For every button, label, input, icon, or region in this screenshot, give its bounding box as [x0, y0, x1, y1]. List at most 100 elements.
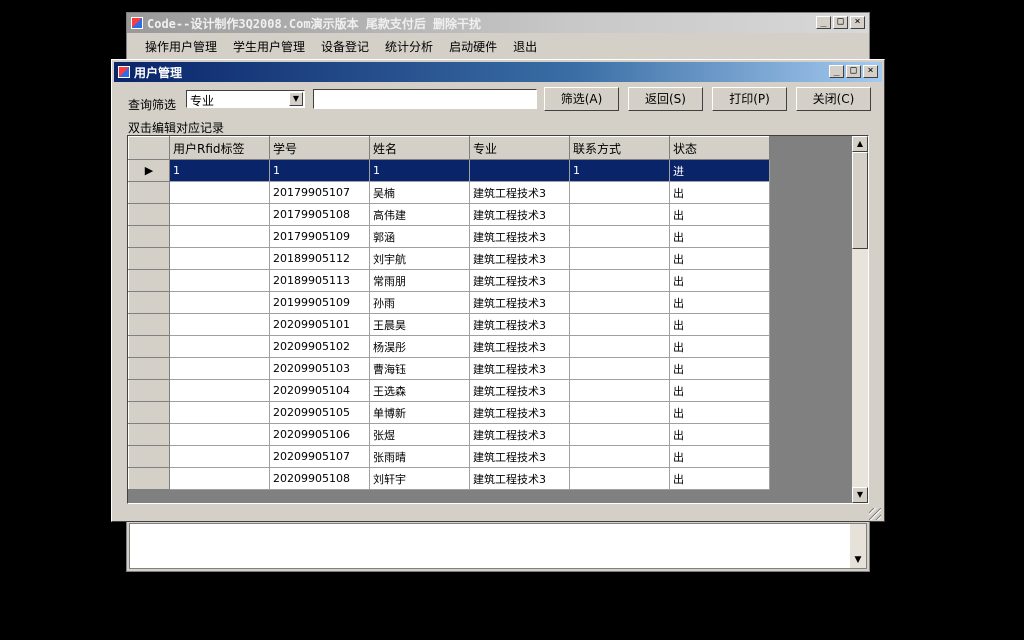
table-cell[interactable] — [569, 225, 670, 248]
table-cell[interactable]: 20199905109 — [269, 291, 370, 314]
grid-scrollbar[interactable]: ▲ ▼ — [852, 136, 868, 503]
table-cell[interactable]: 单博新 — [369, 401, 470, 424]
row-header[interactable] — [128, 291, 170, 314]
table-cell[interactable] — [569, 423, 670, 446]
row-header[interactable]: ▶ — [128, 159, 170, 182]
table-cell[interactable]: 出 — [669, 247, 770, 270]
filter-select[interactable]: 专业 ▼ — [186, 90, 305, 108]
table-cell[interactable] — [169, 423, 270, 446]
column-header[interactable]: 学号 — [269, 136, 370, 160]
table-cell[interactable]: 出 — [669, 313, 770, 336]
table-cell[interactable]: 王晨昊 — [369, 313, 470, 336]
table-cell[interactable]: 常雨朋 — [369, 269, 470, 292]
back-button[interactable]: 返回(S) — [628, 87, 703, 111]
table-row[interactable]: 20209905106 张煜 建筑工程技术3 出 — [128, 423, 770, 446]
table-cell[interactable] — [169, 313, 270, 336]
table-cell[interactable] — [169, 247, 270, 270]
table-cell[interactable] — [169, 225, 270, 248]
row-header[interactable] — [128, 423, 170, 446]
row-header[interactable] — [128, 225, 170, 248]
column-header[interactable]: 联系方式 — [569, 136, 670, 160]
table-cell[interactable]: 20179905109 — [269, 225, 370, 248]
table-cell[interactable]: 20209905101 — [269, 313, 370, 336]
table-cell[interactable] — [169, 357, 270, 380]
row-header[interactable] — [128, 379, 170, 402]
close-window-button[interactable]: × — [863, 65, 878, 78]
table-row[interactable]: 20209905103 曹海钰 建筑工程技术3 出 — [128, 357, 770, 380]
table-cell[interactable] — [569, 379, 670, 402]
table-cell[interactable] — [169, 401, 270, 424]
table-cell[interactable]: 建筑工程技术3 — [469, 181, 570, 204]
minimize-button[interactable]: _ — [829, 65, 844, 78]
table-cell[interactable]: 张雨晴 — [369, 445, 470, 468]
table-cell[interactable] — [569, 203, 670, 226]
table-cell[interactable]: 1 — [169, 159, 270, 182]
menu-device-register[interactable]: 设备登记 — [313, 36, 377, 57]
table-cell[interactable]: 建筑工程技术3 — [469, 401, 570, 424]
table-cell[interactable]: 建筑工程技术3 — [469, 357, 570, 380]
table-cell[interactable]: 曹海钰 — [369, 357, 470, 380]
table-cell[interactable] — [569, 335, 670, 358]
table-cell[interactable]: 建筑工程技术3 — [469, 423, 570, 446]
column-header[interactable]: 状态 — [669, 136, 770, 160]
menu-user-manage[interactable]: 操作用户管理 — [137, 36, 225, 57]
table-cell[interactable]: 高伟建 — [369, 203, 470, 226]
scroll-down-icon[interactable]: ▼ — [852, 487, 868, 503]
row-header[interactable] — [128, 445, 170, 468]
row-header[interactable] — [128, 313, 170, 336]
resize-grip-icon[interactable] — [869, 508, 881, 520]
table-cell[interactable] — [169, 203, 270, 226]
table-cell[interactable] — [569, 291, 670, 314]
table-cell[interactable]: 杨淏彤 — [369, 335, 470, 358]
scroll-thumb[interactable] — [852, 152, 868, 249]
row-header[interactable] — [128, 401, 170, 424]
table-cell[interactable]: 出 — [669, 181, 770, 204]
table-cell[interactable] — [169, 379, 270, 402]
table-cell[interactable]: 20209905104 — [269, 379, 370, 402]
table-cell[interactable]: 出 — [669, 225, 770, 248]
table-cell[interactable]: 建筑工程技术3 — [469, 335, 570, 358]
table-cell[interactable]: 出 — [669, 423, 770, 446]
table-cell[interactable]: 1 — [569, 159, 670, 182]
table-cell[interactable]: 建筑工程技术3 — [469, 291, 570, 314]
user-manage-title-bar[interactable]: 用户管理 _ □ × — [114, 62, 882, 82]
row-header[interactable] — [128, 467, 170, 490]
table-row[interactable]: ▶ 1 1 1 1 进 — [128, 159, 770, 182]
main-title-bar[interactable]: Code--设计制作3Q2008.Com演示版本 尾款支付后 删除干扰 _ □ … — [127, 13, 869, 33]
column-header[interactable]: 专业 — [469, 136, 570, 160]
table-cell[interactable]: 20209905105 — [269, 401, 370, 424]
table-cell[interactable]: 王选森 — [369, 379, 470, 402]
table-cell[interactable] — [169, 181, 270, 204]
column-header[interactable]: 姓名 — [369, 136, 470, 160]
table-row[interactable]: 20209905108 刘轩宇 建筑工程技术3 出 — [128, 467, 770, 490]
table-cell[interactable]: 建筑工程技术3 — [469, 203, 570, 226]
table-cell[interactable]: 刘轩宇 — [369, 467, 470, 490]
table-cell[interactable]: 20189905113 — [269, 269, 370, 292]
table-cell[interactable]: 郭涵 — [369, 225, 470, 248]
table-row[interactable]: 20179905109 郭涵 建筑工程技术3 出 — [128, 225, 770, 248]
row-header[interactable] — [128, 203, 170, 226]
row-header[interactable] — [128, 357, 170, 380]
table-cell[interactable]: 出 — [669, 445, 770, 468]
table-row[interactable]: 20179905107 吴楠 建筑工程技术3 出 — [128, 181, 770, 204]
table-cell[interactable]: 出 — [669, 357, 770, 380]
table-cell[interactable] — [169, 467, 270, 490]
table-cell[interactable]: 20209905102 — [269, 335, 370, 358]
table-cell[interactable]: 建筑工程技术3 — [469, 247, 570, 270]
filter-button[interactable]: 筛选(A) — [544, 87, 619, 111]
table-cell[interactable]: 20179905107 — [269, 181, 370, 204]
chevron-down-icon[interactable]: ▼ — [289, 92, 303, 106]
table-cell[interactable]: 出 — [669, 335, 770, 358]
scroll-up-icon[interactable]: ▲ — [852, 136, 868, 152]
table-row[interactable]: 20209905107 张雨晴 建筑工程技术3 出 — [128, 445, 770, 468]
table-cell[interactable]: 张煜 — [369, 423, 470, 446]
table-cell[interactable]: 出 — [669, 467, 770, 490]
main-maximize-button[interactable]: □ — [833, 16, 848, 29]
table-cell[interactable]: 建筑工程技术3 — [469, 467, 570, 490]
menu-start-hardware[interactable]: 启动硬件 — [441, 36, 505, 57]
table-row[interactable]: 20189905112 刘宇航 建筑工程技术3 出 — [128, 247, 770, 270]
table-cell[interactable] — [569, 313, 670, 336]
table-row[interactable]: 20179905108 高伟建 建筑工程技术3 出 — [128, 203, 770, 226]
close-button[interactable]: 关闭(C) — [796, 87, 871, 111]
table-cell[interactable]: 建筑工程技术3 — [469, 445, 570, 468]
